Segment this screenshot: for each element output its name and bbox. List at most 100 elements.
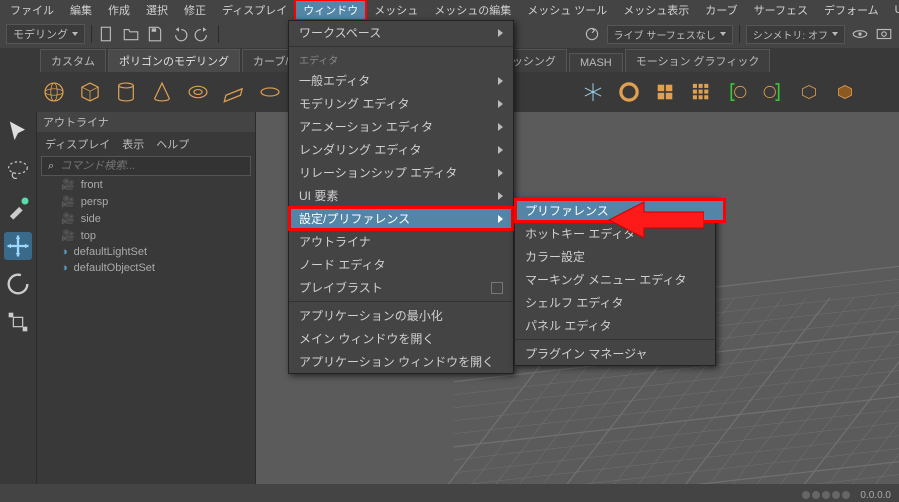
- shelf-tab[interactable]: カスタム: [40, 49, 106, 72]
- menubar-item[interactable]: 選択: [138, 0, 176, 20]
- menubar-item[interactable]: 作成: [100, 0, 138, 20]
- outliner-item[interactable]: 🎥front: [37, 176, 255, 193]
- cone-icon[interactable]: [148, 78, 176, 106]
- move-tool-icon[interactable]: [4, 232, 32, 260]
- paint-tool-icon[interactable]: [4, 194, 32, 222]
- menu-item-label: マーキング メニュー エディタ: [525, 271, 686, 288]
- separator: [91, 25, 92, 43]
- disc-icon[interactable]: [256, 78, 284, 106]
- menubar-item[interactable]: デフォーム: [816, 0, 887, 20]
- menubar-item[interactable]: メッシュの編集: [426, 0, 519, 20]
- menu-item-label: パネル エディタ: [525, 317, 612, 334]
- menubar-item[interactable]: UV: [887, 2, 899, 18]
- menu-item[interactable]: プレイブラスト: [289, 276, 513, 299]
- workspace-mode-dropdown[interactable]: モデリング: [6, 24, 85, 44]
- menubar-item[interactable]: サーフェス: [746, 0, 816, 20]
- outliner-menu-item[interactable]: ディスプレイ: [45, 136, 110, 152]
- outliner-item[interactable]: 🎥side: [37, 210, 255, 227]
- open-scene-icon[interactable]: [122, 25, 140, 43]
- menubar-item[interactable]: ウィンドウ: [295, 0, 366, 20]
- rotate-tool-icon[interactable]: [4, 270, 32, 298]
- live-surface-dropdown[interactable]: ライブ サーフェスなし: [607, 25, 733, 44]
- camera-icon: 🎥: [61, 212, 75, 225]
- shelf-tab[interactable]: モーション グラフィック: [625, 49, 771, 72]
- lasso-tool-icon[interactable]: [4, 156, 32, 184]
- shelf-tab[interactable]: ポリゴンのモデリング: [108, 49, 240, 72]
- menu-item-label: プレイブラスト: [299, 279, 383, 296]
- menu-item[interactable]: アプリケーション ウィンドウを開く: [289, 350, 513, 373]
- prefs-submenu-dropdown: プリファレンスホットキー エディタカラー設定マーキング メニュー エディタシェル…: [514, 198, 716, 366]
- menu-item[interactable]: ワークスペース: [289, 21, 513, 44]
- scale-tool-icon[interactable]: [4, 308, 32, 336]
- submenu-arrow-icon: [498, 146, 503, 154]
- menu-item[interactable]: プラグイン マネージャ: [515, 342, 725, 365]
- menubar-item[interactable]: カーブ: [697, 0, 745, 20]
- menu-item[interactable]: パネル エディタ: [515, 314, 725, 337]
- bracket-right-icon[interactable]: [759, 78, 787, 106]
- outliner-title: アウトライナ: [37, 112, 255, 132]
- torus-icon[interactable]: [184, 78, 212, 106]
- menu-item[interactable]: シェルフ エディタ: [515, 291, 725, 314]
- symmetry-label: シンメトリ: オフ: [753, 27, 828, 42]
- sphere-icon[interactable]: [40, 78, 68, 106]
- menubar-item[interactable]: 編集: [62, 0, 100, 20]
- menu-item[interactable]: UI 要素: [289, 184, 513, 207]
- menu-item-label: レンダリング エディタ: [299, 141, 422, 158]
- grid9-icon[interactable]: [687, 78, 715, 106]
- ring-icon[interactable]: [615, 78, 643, 106]
- menu-item[interactable]: アプリケーションの最小化: [289, 304, 513, 327]
- cube-small-icon[interactable]: [795, 78, 823, 106]
- outliner-item[interactable]: ◑defaultObjectSet: [37, 260, 255, 276]
- menu-item[interactable]: 設定/プリファレンス: [289, 207, 513, 230]
- eye-icon[interactable]: [851, 25, 869, 43]
- menu-item[interactable]: アウトライナ: [289, 230, 513, 253]
- redo-icon[interactable]: [194, 25, 212, 43]
- menu-item[interactable]: マーキング メニュー エディタ: [515, 268, 725, 291]
- menu-item[interactable]: リレーションシップ エディタ: [289, 161, 513, 184]
- outliner-menu-item[interactable]: ヘルプ: [156, 136, 189, 152]
- new-scene-icon[interactable]: [98, 25, 116, 43]
- outliner-item[interactable]: 🎥top: [37, 227, 255, 244]
- shelf-tab[interactable]: MASH: [569, 53, 623, 72]
- bracket-left-icon[interactable]: [723, 78, 751, 106]
- menu-item[interactable]: レンダリング エディタ: [289, 138, 513, 161]
- plane-icon[interactable]: [220, 78, 248, 106]
- menu-item[interactable]: 一般エディタ: [289, 69, 513, 92]
- outliner-item-label: top: [81, 230, 96, 242]
- select-tool-icon[interactable]: [4, 118, 32, 146]
- outliner-search-input[interactable]: [58, 159, 244, 173]
- menubar-item[interactable]: ディスプレイ: [214, 0, 295, 20]
- menu-item[interactable]: アニメーション エディタ: [289, 115, 513, 138]
- menu-item[interactable]: メイン ウィンドウを開く: [289, 327, 513, 350]
- snap-reset-icon[interactable]: [583, 25, 601, 43]
- menubar-item[interactable]: メッシュ表示: [615, 0, 697, 20]
- menu-item[interactable]: ホットキー エディタ: [515, 222, 725, 245]
- menubar-item[interactable]: メッシュ ツール: [519, 0, 615, 20]
- grid4-icon[interactable]: [651, 78, 679, 106]
- menu-item-label: プリファレンス: [525, 202, 609, 219]
- menu-item[interactable]: モデリング エディタ: [289, 92, 513, 115]
- outliner-item[interactable]: 🎥persp: [37, 193, 255, 210]
- menu-item-label: リレーションシップ エディタ: [299, 164, 457, 181]
- chevron-down-icon: [72, 32, 78, 36]
- menubar-item[interactable]: 修正: [176, 0, 214, 20]
- menu-item[interactable]: ノード エディタ: [289, 253, 513, 276]
- cube-shaded-icon[interactable]: [831, 78, 859, 106]
- menubar-item[interactable]: ファイル: [2, 0, 62, 20]
- submenu-arrow-icon: [498, 192, 503, 200]
- cube-icon[interactable]: [76, 78, 104, 106]
- snap-snowflake-icon[interactable]: [579, 78, 607, 106]
- menu-item[interactable]: プリファレンス: [515, 199, 725, 222]
- outliner-menu-item[interactable]: 表示: [122, 136, 144, 152]
- menu-item[interactable]: カラー設定: [515, 245, 725, 268]
- menu-item-label: アプリケーションの最小化: [299, 307, 443, 324]
- outliner-items: 🎥front🎥persp🎥side🎥top◑defaultLightSet◑de…: [37, 176, 255, 276]
- symmetry-dropdown[interactable]: シンメトリ: オフ: [746, 25, 845, 44]
- outliner-item[interactable]: ◑defaultLightSet: [37, 244, 255, 260]
- menubar-item[interactable]: メッシュ: [366, 0, 426, 20]
- render-icon[interactable]: [875, 25, 893, 43]
- save-scene-icon[interactable]: [146, 25, 164, 43]
- undo-icon[interactable]: [170, 25, 188, 43]
- menu-item-label: シェルフ エディタ: [525, 294, 624, 311]
- cylinder-icon[interactable]: [112, 78, 140, 106]
